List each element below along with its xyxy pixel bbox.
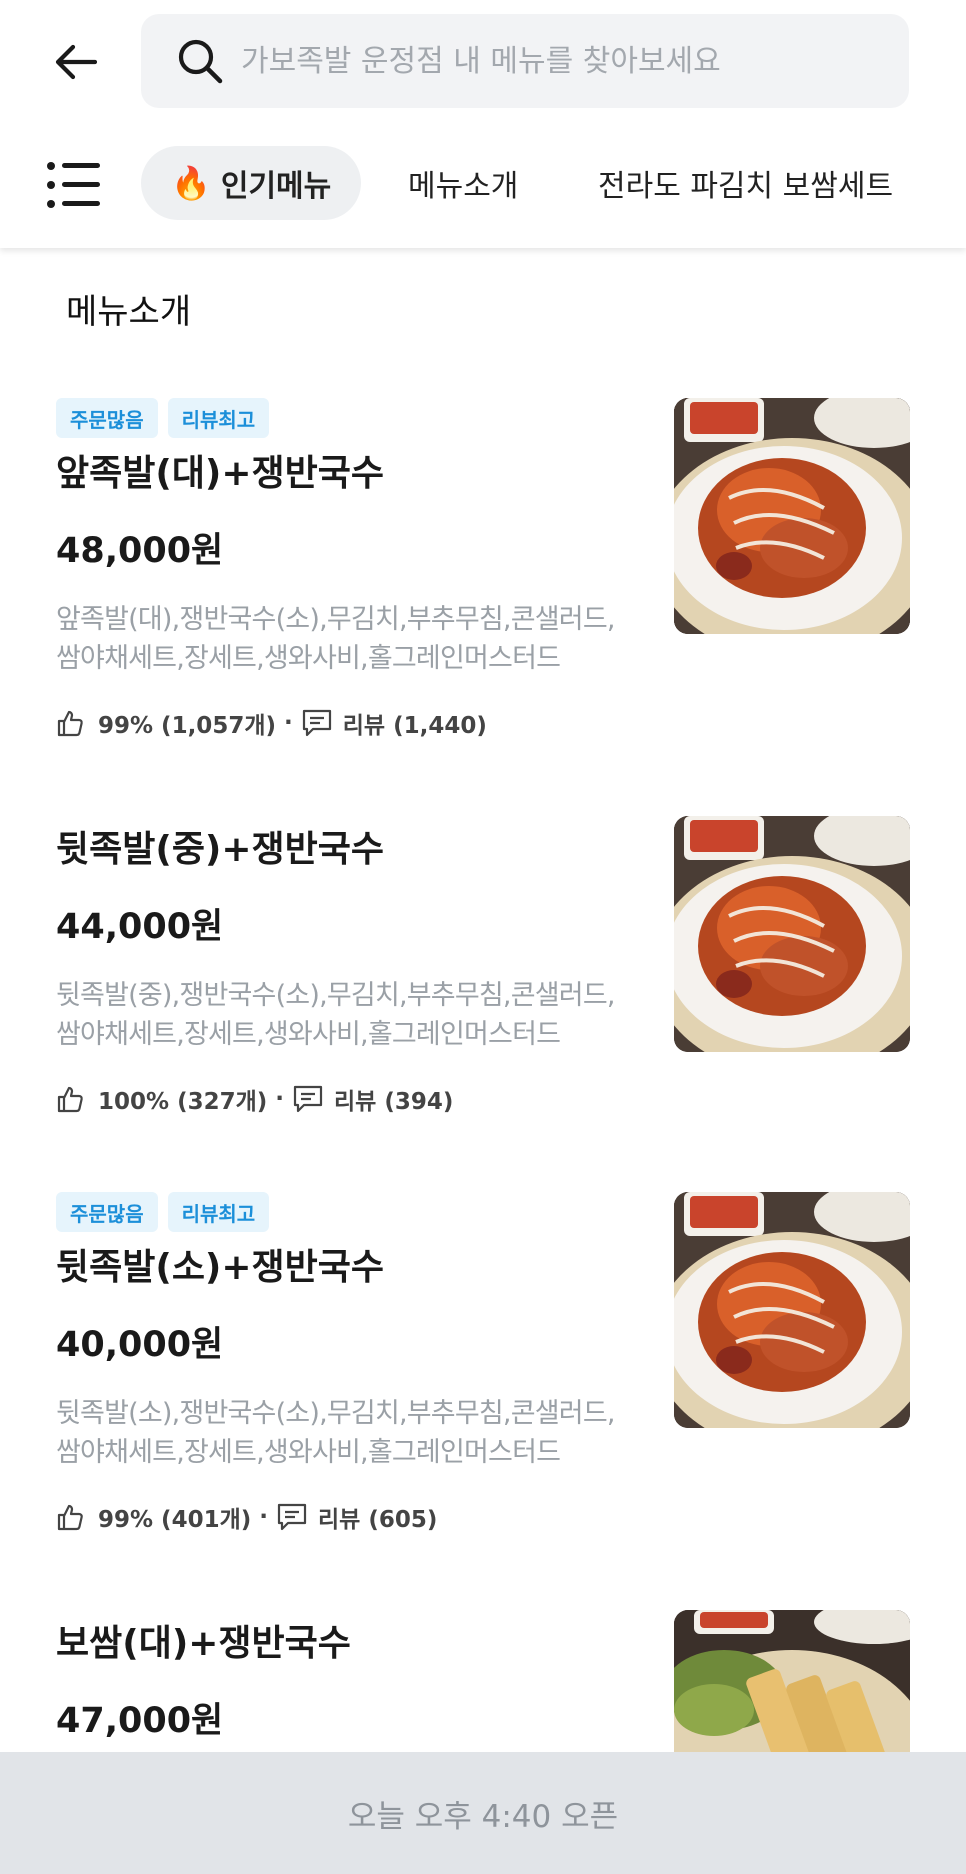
fire-icon: 🔥 <box>171 164 211 202</box>
tab-label: 인기메뉴 <box>220 169 332 204</box>
review-count: 리뷰 (394) <box>334 1089 454 1115</box>
review-count: 리뷰 (1,440) <box>342 713 487 739</box>
menu-item[interactable]: 주문많음 리뷰최고 앞족발(대)+쟁반국수 48,000원 앞족발(대),쟁반국… <box>0 398 966 758</box>
badge-popular-order: 주문많음 <box>56 398 158 438</box>
menu-item-stats: 99% (401개) · 리뷰 (605) <box>56 1500 437 1534</box>
menu-item-stats: 99% (1,057개) · 리뷰 (1,440) <box>56 706 487 740</box>
menu-item-price: 48,000원 <box>56 531 224 571</box>
jokbal-photo <box>674 398 910 634</box>
menu-item-description: 뒷족발(소),쟁반국수(소),무김치,부추무침,콘샐러드,쌈야채세트,장세트,생… <box>56 1398 615 1468</box>
category-tabs: 🔥 인기메뉴 메뉴소개 전라도 파김치 보쌈세트 <box>0 146 966 222</box>
thumbs-up-icon <box>56 1084 86 1114</box>
menu-item-name: 뒷족발(중)+쟁반국수 <box>56 829 385 870</box>
menu-item-description: 뒷족발(중),쟁반국수(소),무김치,부추무침,콘샐러드,쌈야채세트,장세트,생… <box>56 980 615 1050</box>
badge-popular-order: 주문많음 <box>56 1192 158 1232</box>
section-title: 메뉴소개 <box>66 292 192 332</box>
menu-item-stats: 100% (327개) · 리뷰 (394) <box>56 1082 453 1116</box>
open-time-label: 오늘 오후 4:40 오픈 <box>347 1798 619 1835</box>
rating-text: 99% (401개) <box>98 1507 252 1533</box>
comment-icon <box>292 1084 324 1114</box>
tab-menu-intro[interactable]: 메뉴소개 <box>408 146 518 220</box>
jokbal-photo <box>674 1192 910 1428</box>
search-input[interactable] <box>241 43 861 79</box>
thumbs-up-icon <box>56 1502 86 1532</box>
badge-group: 주문많음 리뷰최고 <box>56 398 270 438</box>
menu-item-name: 뒷족발(소)+쟁반국수 <box>56 1247 385 1288</box>
jokbal-photo <box>674 816 910 1052</box>
rating-text: 100% (327개) <box>98 1089 268 1115</box>
back-arrow-icon <box>55 44 97 80</box>
tab-label: 메뉴소개 <box>408 169 519 204</box>
comment-icon <box>276 1502 308 1532</box>
separator-dot: · <box>259 1504 269 1530</box>
badge-best-review: 리뷰최고 <box>167 398 270 438</box>
tab-popular-menu[interactable]: 🔥 인기메뉴 <box>141 146 362 220</box>
top-bar: 🔥 인기메뉴 메뉴소개 전라도 파김치 보쌈세트 <box>0 0 966 248</box>
menu-item[interactable]: 주문많음 리뷰최고 뒷족발(소)+쟁반국수 40,000원 뒷족발(소),쟁반국… <box>0 1192 966 1552</box>
separator-dot: · <box>275 1086 285 1112</box>
list-icon <box>47 162 100 208</box>
bossam-photo <box>674 1610 910 1752</box>
badge-best-review: 리뷰최고 <box>167 1192 270 1232</box>
menu-item[interactable]: 보쌈(대)+쟁반국수 47,000원 <box>0 1610 966 1752</box>
rating-text: 99% (1,057개) <box>98 713 276 739</box>
back-button[interactable] <box>44 34 108 90</box>
comment-icon <box>301 708 333 738</box>
menu-item-price: 47,000원 <box>56 1701 224 1741</box>
review-count: 리뷰 (605) <box>318 1507 438 1533</box>
menu-item-price: 40,000원 <box>56 1325 224 1365</box>
menu-item-name: 보쌈(대)+쟁반국수 <box>56 1623 351 1664</box>
search-icon <box>173 34 227 88</box>
separator-dot: · <box>284 710 293 736</box>
badge-group: 주문많음 리뷰최고 <box>56 1192 270 1232</box>
menu-item-description: 앞족발(대),쟁반국수(소),무김치,부추무침,콘샐러드,쌈야채세트,장세트,생… <box>56 604 615 674</box>
menu-item[interactable]: 뒷족발(중)+쟁반국수 44,000원 뒷족발(중),쟁반국수(소),무김치,부… <box>0 816 966 1136</box>
search-bar[interactable] <box>141 14 909 108</box>
tab-label: 전라도 파김치 보쌈세트 <box>598 169 894 204</box>
open-time-bar: 오늘 오후 4:40 오픈 <box>0 1752 966 1874</box>
menu-list-button[interactable] <box>46 160 102 210</box>
thumbs-up-icon <box>56 708 86 738</box>
tab-bossam-set[interactable]: 전라도 파김치 보쌈세트 <box>598 146 893 220</box>
menu-item-price: 44,000원 <box>56 907 224 947</box>
menu-item-name: 앞족발(대)+쟁반국수 <box>56 453 385 494</box>
